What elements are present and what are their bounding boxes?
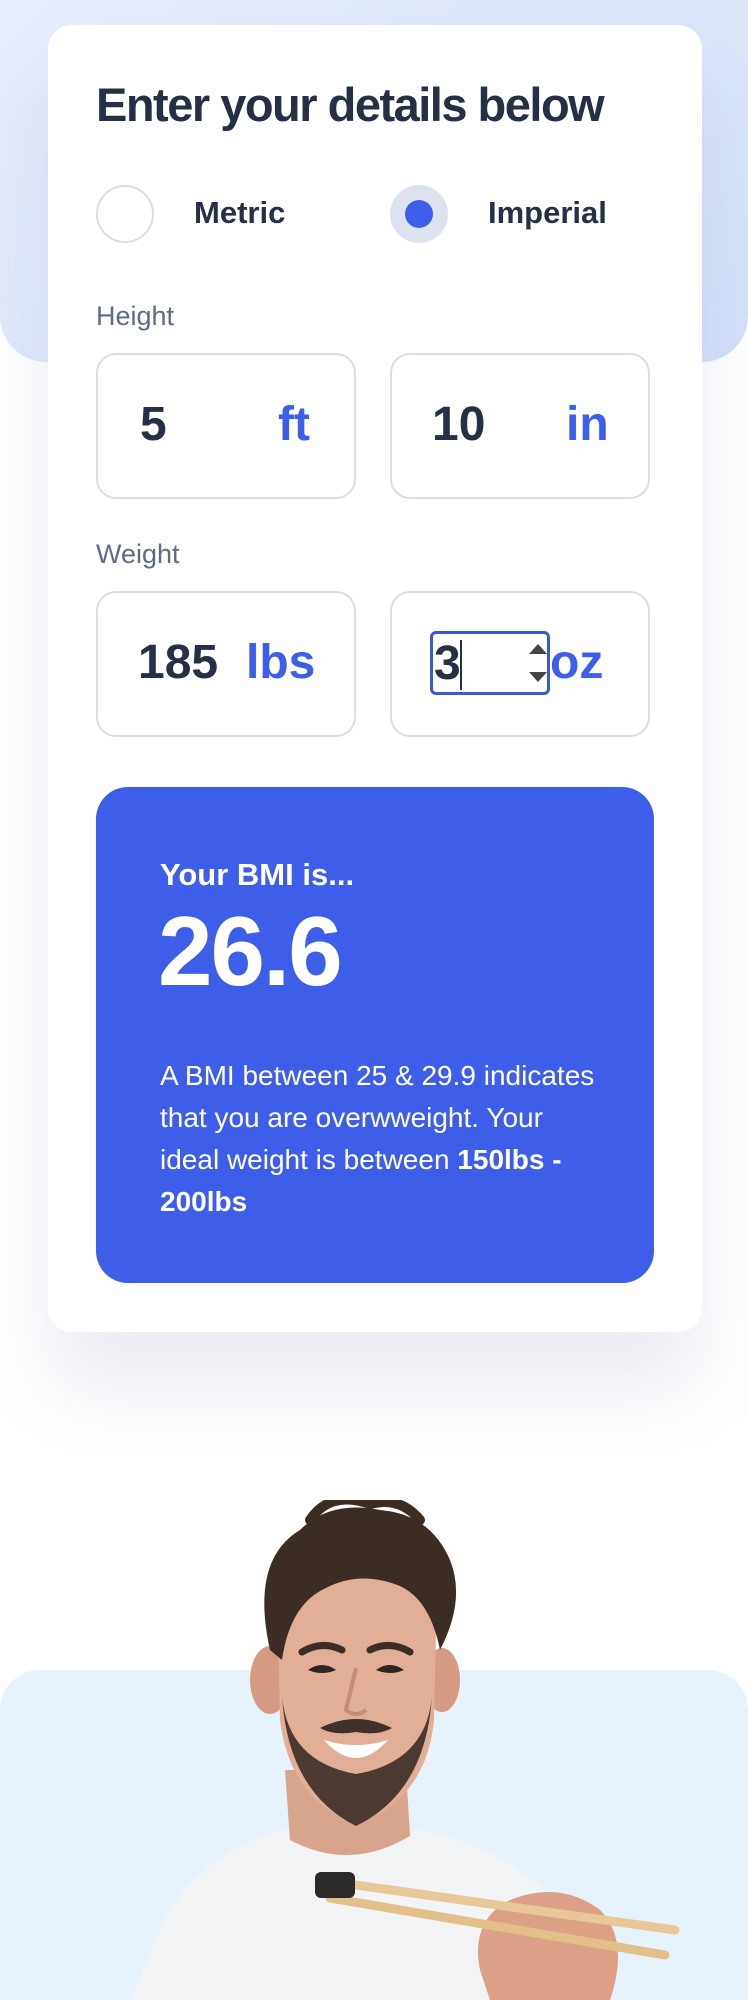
- smiling-man-photo: [130, 1500, 680, 2000]
- text-cursor: [460, 640, 462, 690]
- height-ft-value[interactable]: 5: [140, 397, 167, 452]
- weight-label: Weight: [96, 539, 180, 569]
- oz-input-value[interactable]: 3: [434, 636, 461, 691]
- bmi-calculator-card: Enter your details below Metric Imperial…: [48, 25, 702, 1332]
- result-description: A BMI between 25 & 29.9 indicates that y…: [160, 1055, 600, 1223]
- height-in-unit: in: [566, 398, 609, 451]
- imperial-radio[interactable]: [390, 185, 448, 243]
- weight-oz-field[interactable]: 3 oz: [390, 591, 650, 737]
- spinner-down-icon[interactable]: [529, 672, 547, 682]
- height-in-value[interactable]: 10: [432, 397, 485, 452]
- height-in-field[interactable]: 10 in: [390, 353, 650, 499]
- result-heading: Your BMI is...: [160, 857, 355, 892]
- weight-oz-unit: oz: [550, 636, 604, 689]
- imperial-label[interactable]: Imperial: [488, 195, 607, 231]
- weight-lbs-unit: lbs: [246, 636, 316, 689]
- weight-lbs-value[interactable]: 185: [138, 635, 218, 690]
- height-label: Height: [96, 301, 175, 331]
- oz-number-input[interactable]: 3: [430, 631, 550, 695]
- metric-radio[interactable]: [96, 185, 154, 243]
- bmi-value: 26.6: [158, 896, 343, 1006]
- height-ft-unit: ft: [278, 398, 310, 451]
- form-title: Enter your details below: [96, 78, 605, 131]
- metric-label[interactable]: Metric: [194, 195, 285, 231]
- height-ft-field[interactable]: 5 ft: [96, 353, 356, 499]
- bmi-result-panel: Your BMI is... 26.6 A BMI between 25 & 2…: [96, 787, 654, 1283]
- weight-lbs-field[interactable]: 185 lbs: [96, 591, 356, 737]
- spinner-up-icon[interactable]: [529, 644, 547, 654]
